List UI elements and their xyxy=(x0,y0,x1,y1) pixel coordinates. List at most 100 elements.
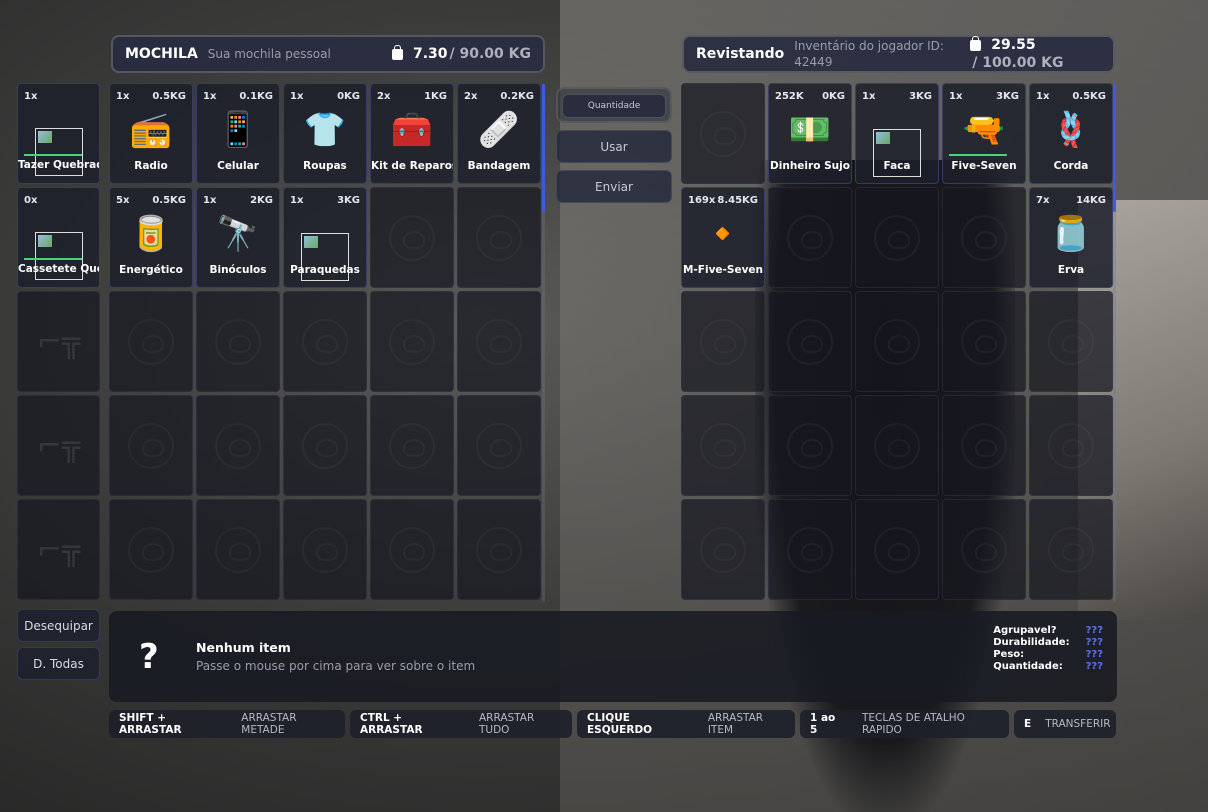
empty-slot[interactable] xyxy=(681,291,765,392)
inventory-slot[interactable]: 7x 14KG 🫙 Erva xyxy=(1029,187,1113,288)
inventory-slot[interactable]: 1x 0.1KG 📱 Celular xyxy=(196,83,280,184)
empty-slot[interactable]: ⌐╦ xyxy=(17,291,100,392)
inventory-slot[interactable]: 1x 3KG 🔫 Five-Seven xyxy=(942,83,1026,184)
panther-watermark-icon xyxy=(787,422,833,469)
backpack-scrollbar-thumb[interactable] xyxy=(542,84,545,212)
item-name: M-Five-Seven xyxy=(682,264,764,276)
prop-value: ??? xyxy=(1085,661,1103,672)
empty-slot[interactable] xyxy=(768,499,852,600)
empty-slot[interactable] xyxy=(457,291,541,392)
item-name: Faca xyxy=(883,160,911,172)
panther-watermark-icon xyxy=(700,526,746,573)
inventory-slot[interactable]: 2x 1KG 🧰 Kit de Reparos xyxy=(370,83,454,184)
empty-slot[interactable] xyxy=(1029,395,1113,496)
empty-slot[interactable] xyxy=(457,395,541,496)
panther-watermark-icon xyxy=(1048,318,1094,365)
backpack-scrollbar[interactable] xyxy=(542,84,545,602)
empty-slot[interactable] xyxy=(370,187,454,288)
inventory-slot[interactable]: 1x 2KG 🔭 Binóculos xyxy=(196,187,280,288)
empty-slot[interactable] xyxy=(457,499,541,600)
use-button[interactable]: Usar xyxy=(556,130,672,163)
send-button[interactable]: Enviar xyxy=(556,170,672,203)
item-quantity: 1x xyxy=(1036,91,1050,102)
search-weight-max: / 100.00 KG xyxy=(972,55,1064,71)
hotkey-action: ARRASTAR METADE xyxy=(241,712,297,736)
empty-slot[interactable] xyxy=(942,187,1026,288)
inventory-slot[interactable]: 0x Cassetete Quebrado xyxy=(17,187,100,288)
item-weight: 0.1KG xyxy=(239,91,273,102)
empty-slot[interactable] xyxy=(109,291,193,392)
empty-slot[interactable] xyxy=(681,83,765,184)
inventory-slot[interactable]: 1x 0.5KG 🪢 Corda xyxy=(1029,83,1113,184)
empty-slot[interactable] xyxy=(1029,291,1113,392)
empty-slot[interactable] xyxy=(942,395,1026,496)
empty-slot[interactable] xyxy=(109,395,193,496)
item-icon: 🧰 xyxy=(390,110,434,150)
item-icon: 🩹 xyxy=(477,110,521,150)
empty-slot[interactable] xyxy=(768,291,852,392)
empty-slot[interactable] xyxy=(855,395,939,496)
empty-slot[interactable] xyxy=(457,187,541,288)
backpack-weight: 7.30 / 90.00 KG xyxy=(391,44,531,62)
empty-slot[interactable] xyxy=(768,187,852,288)
empty-slot[interactable] xyxy=(768,395,852,496)
item-quantity: 7x xyxy=(1036,195,1050,206)
inventory-slot[interactable]: 1x 0.5KG 📻 Radio xyxy=(109,83,193,184)
empty-slot[interactable] xyxy=(370,395,454,496)
inventory-slot[interactable]: 2x 0.2KG 🩹 Bandagem xyxy=(457,83,541,184)
inventory-slot[interactable]: 5x 0.5KG 🥫 Energético xyxy=(109,187,193,288)
item-name: Paraquedas xyxy=(290,264,360,276)
empty-slot[interactable] xyxy=(1029,499,1113,600)
item-weight: 3KG xyxy=(337,195,360,206)
inventory-slot[interactable]: 1x 3KG Faca xyxy=(855,83,939,184)
panther-watermark-icon xyxy=(874,318,920,365)
item-info-title: Nenhum item xyxy=(196,640,291,655)
item-icon: 👕 xyxy=(303,110,347,150)
empty-slot[interactable] xyxy=(283,499,367,600)
inventory-slot[interactable]: 252K 0KG 💵 Dinheiro Sujo xyxy=(768,83,852,184)
item-name: Bandagem xyxy=(467,160,531,172)
item-quantity: 1x xyxy=(203,91,217,102)
empty-slot[interactable] xyxy=(196,499,280,600)
empty-slot[interactable] xyxy=(681,499,765,600)
empty-slot[interactable]: ⌐╦ xyxy=(17,395,100,496)
panther-watermark-icon xyxy=(700,422,746,469)
empty-slot[interactable] xyxy=(109,499,193,600)
empty-slot[interactable] xyxy=(942,499,1026,600)
hotkey-shift-drag: SHIFT + ARRASTAR ARRASTAR METADE xyxy=(109,710,345,738)
panther-watermark-icon xyxy=(961,214,1007,261)
empty-slot[interactable] xyxy=(370,291,454,392)
search-scrollbar-thumb[interactable] xyxy=(1113,84,1116,212)
inventory-slot[interactable]: 1x 0KG 👕 Roupas xyxy=(283,83,367,184)
unequip-all-button[interactable]: D. Todas xyxy=(17,647,100,680)
inventory-slot[interactable]: 169x 8.45KG 🔸 M-Five-Seven xyxy=(681,187,765,288)
empty-slot[interactable] xyxy=(196,291,280,392)
item-name: Dinheiro Sujo xyxy=(770,160,850,172)
backpack-title: MOCHILA xyxy=(125,46,198,62)
inventory-slot[interactable]: 1x Tazer Quebrado xyxy=(17,83,100,184)
empty-slot[interactable] xyxy=(855,291,939,392)
empty-slot[interactable] xyxy=(855,499,939,600)
item-name: Celular xyxy=(217,160,259,172)
item-quantity: 1x xyxy=(290,195,304,206)
quantity-input[interactable] xyxy=(562,94,666,118)
empty-slot[interactable] xyxy=(370,499,454,600)
panther-watermark-icon xyxy=(476,214,522,261)
panther-watermark-icon xyxy=(389,422,435,469)
search-scrollbar[interactable] xyxy=(1113,84,1116,602)
empty-slot[interactable] xyxy=(196,395,280,496)
empty-slot[interactable] xyxy=(942,291,1026,392)
unequip-button[interactable]: Desequipar xyxy=(17,609,100,642)
empty-slot[interactable] xyxy=(681,395,765,496)
item-name: Energético xyxy=(119,264,183,276)
panther-watermark-icon xyxy=(961,318,1007,365)
hotkey-left-click: CLIQUE ESQUERDO ARRASTAR ITEM xyxy=(577,710,795,738)
empty-slot[interactable] xyxy=(283,395,367,496)
empty-slot[interactable] xyxy=(855,187,939,288)
hotkey-key: E xyxy=(1024,718,1032,730)
empty-slot[interactable] xyxy=(283,291,367,392)
empty-slot[interactable]: ⌐╦ xyxy=(17,499,100,600)
panther-watermark-icon xyxy=(961,422,1007,469)
search-header: Revistando Inventário do jogador ID: 424… xyxy=(682,35,1115,73)
inventory-slot[interactable]: 1x 3KG Paraquedas xyxy=(283,187,367,288)
